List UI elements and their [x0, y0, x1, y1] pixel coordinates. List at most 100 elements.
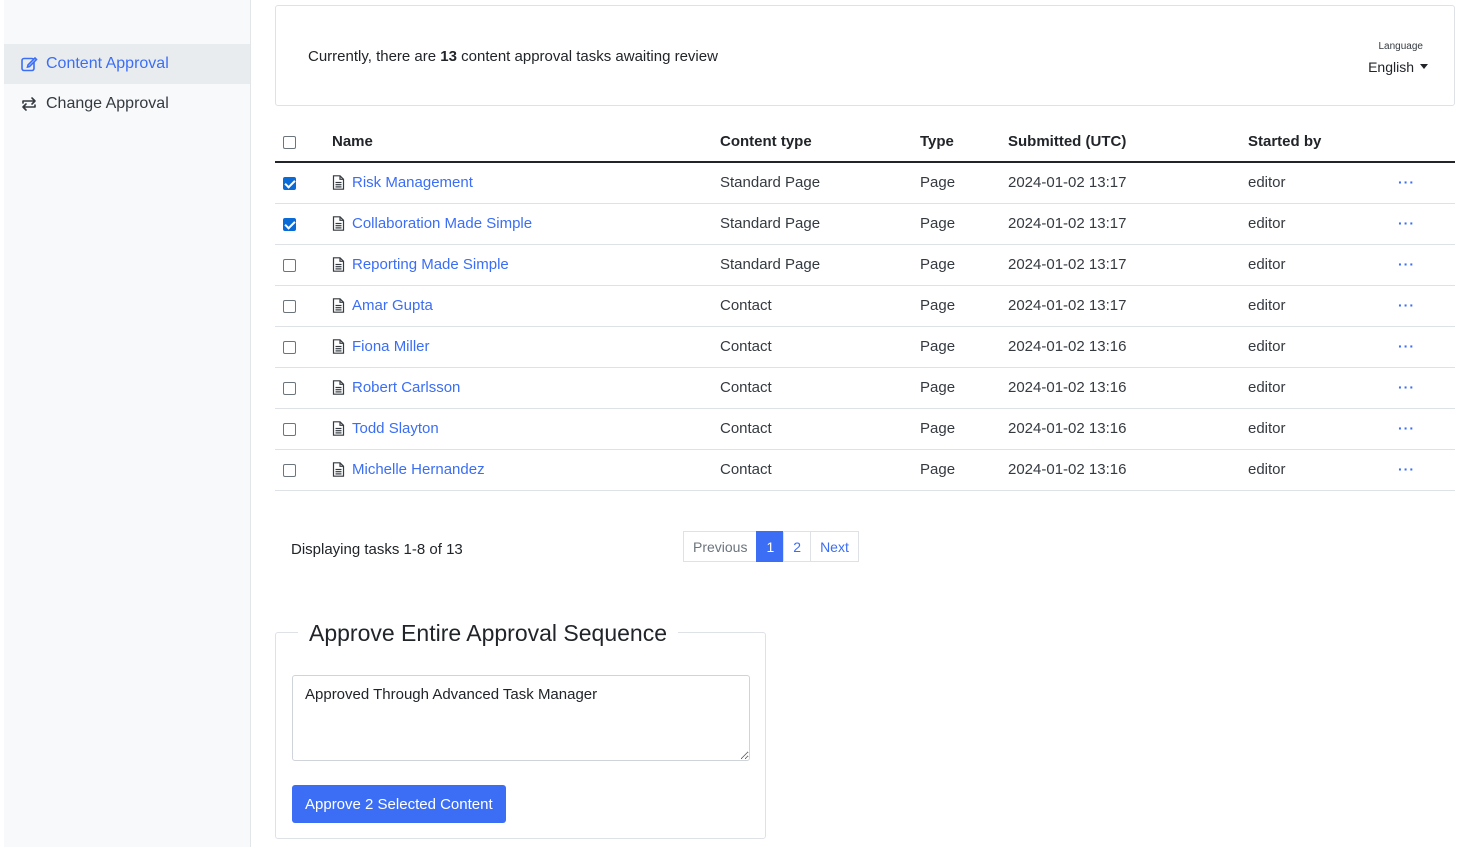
header-type[interactable]: Type — [920, 122, 1008, 163]
header-started-by[interactable]: Started by — [1248, 122, 1398, 163]
sidebar-item-content-approval[interactable]: Content Approval — [4, 44, 250, 84]
approve-fieldset: Approve Entire Approval Sequence Approve… — [275, 619, 766, 839]
row-checkbox[interactable] — [283, 217, 296, 231]
table-row: Collaboration Made Simple Standard Page … — [275, 203, 1455, 245]
header-name[interactable]: Name — [332, 122, 720, 163]
submitted-cell: 2024-01-02 13:17 — [1008, 162, 1248, 204]
name-cell: Todd Slayton — [332, 408, 720, 450]
type-cell: Page — [920, 244, 1008, 286]
content-type-cell: Contact — [720, 367, 920, 409]
content-type-cell: Standard Page — [720, 203, 920, 245]
row-checkbox[interactable] — [283, 381, 296, 395]
submitted-cell: 2024-01-02 13:16 — [1008, 367, 1248, 409]
more-options-icon[interactable]: ··· — [1398, 174, 1415, 190]
select-all-checkbox[interactable] — [283, 135, 296, 149]
more-options-icon[interactable]: ··· — [1398, 338, 1415, 354]
main-content: Currently, there are 13 content approval… — [275, 0, 1455, 847]
name-cell: Fiona Miller — [332, 326, 720, 368]
document-icon — [332, 339, 345, 354]
approve-legend: Approve Entire Approval Sequence — [298, 619, 679, 647]
header-content-type[interactable]: Content type — [720, 122, 920, 163]
content-type-cell: Contact — [720, 408, 920, 450]
task-name-link[interactable]: Risk Management — [352, 174, 473, 191]
content-type-cell: Standard Page — [720, 244, 920, 286]
summary-prefix: Currently, there are — [308, 48, 441, 65]
row-checkbox[interactable] — [283, 299, 296, 313]
table-row: Michelle Hernandez Contact Page 2024-01-… — [275, 449, 1455, 491]
task-name-link[interactable]: Michelle Hernandez — [352, 461, 485, 478]
name-cell: Risk Management — [332, 162, 720, 204]
pagination-previous[interactable]: Previous — [683, 531, 758, 562]
submitted-cell: 2024-01-02 13:17 — [1008, 244, 1248, 286]
more-options-icon[interactable]: ··· — [1398, 379, 1415, 395]
task-name-link[interactable]: Robert Carlsson — [352, 379, 460, 396]
submitted-cell: 2024-01-02 13:17 — [1008, 203, 1248, 245]
row-select-cell — [275, 449, 332, 491]
task-name-link[interactable]: Collaboration Made Simple — [352, 215, 532, 232]
started-by-cell: editor — [1248, 203, 1398, 245]
submitted-cell: 2024-01-02 13:16 — [1008, 326, 1248, 368]
started-by-cell: editor — [1248, 244, 1398, 286]
submitted-cell: 2024-01-02 13:16 — [1008, 408, 1248, 450]
name-cell: Michelle Hernandez — [332, 449, 720, 491]
row-select-cell — [275, 367, 332, 409]
document-icon — [332, 298, 345, 313]
document-icon — [332, 421, 345, 436]
row-select-cell — [275, 162, 332, 204]
actions-cell: ··· — [1398, 162, 1455, 204]
header-submitted[interactable]: Submitted (UTC) — [1008, 122, 1248, 163]
actions-cell: ··· — [1398, 326, 1455, 368]
more-options-icon[interactable]: ··· — [1398, 461, 1415, 477]
approval-note-textarea[interactable]: Approved Through Advanced Task Manager — [292, 675, 750, 761]
content-type-cell: Standard Page — [720, 162, 920, 204]
content-type-cell: Contact — [720, 285, 920, 327]
name-cell: Robert Carlsson — [332, 367, 720, 409]
type-cell: Page — [920, 162, 1008, 204]
actions-cell: ··· — [1398, 203, 1455, 245]
submitted-cell: 2024-01-02 13:17 — [1008, 285, 1248, 327]
type-cell: Page — [920, 326, 1008, 368]
pagination-page-2[interactable]: 2 — [783, 531, 812, 562]
row-checkbox[interactable] — [283, 176, 296, 190]
row-checkbox[interactable] — [283, 463, 296, 477]
row-checkbox[interactable] — [283, 422, 296, 436]
more-options-icon[interactable]: ··· — [1398, 297, 1415, 313]
language-label: Language — [1378, 41, 1424, 52]
started-by-cell: editor — [1248, 285, 1398, 327]
document-icon — [332, 175, 345, 191]
table-row: Amar Gupta Contact Page 2024-01-02 13:17… — [275, 285, 1455, 327]
header-actions — [1398, 122, 1455, 163]
table-header-row: Name Content type Type Submitted (UTC) S… — [275, 122, 1455, 163]
table-row: Risk Management Standard Page Page 2024-… — [275, 162, 1455, 204]
approve-selected-button[interactable]: Approve 2 Selected Content — [292, 785, 506, 823]
tasks-summary: Currently, there are 13 content approval… — [308, 48, 718, 65]
task-name-link[interactable]: Todd Slayton — [352, 420, 439, 437]
table-row: Fiona Miller Contact Page 2024-01-02 13:… — [275, 326, 1455, 368]
actions-cell: ··· — [1398, 449, 1455, 491]
more-options-icon[interactable]: ··· — [1398, 215, 1415, 231]
row-select-cell — [275, 408, 332, 450]
type-cell: Page — [920, 285, 1008, 327]
table-row: Todd Slayton Contact Page 2024-01-02 13:… — [275, 408, 1455, 450]
task-name-link[interactable]: Fiona Miller — [352, 338, 430, 355]
sidebar-item-change-approval[interactable]: Change Approval — [4, 84, 250, 124]
pagination-page-1[interactable]: 1 — [756, 531, 785, 562]
document-icon — [332, 257, 345, 272]
row-checkbox[interactable] — [283, 258, 296, 272]
tasks-table: Name Content type Type Submitted (UTC) S… — [275, 122, 1455, 491]
language-dropdown[interactable]: English — [1368, 59, 1428, 75]
task-name-link[interactable]: Amar Gupta — [352, 297, 433, 314]
started-by-cell: editor — [1248, 162, 1398, 204]
task-name-link[interactable]: Reporting Made Simple — [352, 256, 509, 273]
task-count: 13 — [440, 48, 457, 65]
pagination-next[interactable]: Next — [810, 531, 859, 562]
row-select-cell — [275, 244, 332, 286]
actions-cell: ··· — [1398, 367, 1455, 409]
row-checkbox[interactable] — [283, 340, 296, 354]
row-select-cell — [275, 326, 332, 368]
display-count-text: Displaying tasks 1-8 of 13 — [291, 541, 463, 558]
more-options-icon[interactable]: ··· — [1398, 420, 1415, 436]
table-row: Robert Carlsson Contact Page 2024-01-02 … — [275, 367, 1455, 409]
type-cell: Page — [920, 203, 1008, 245]
more-options-icon[interactable]: ··· — [1398, 256, 1415, 272]
